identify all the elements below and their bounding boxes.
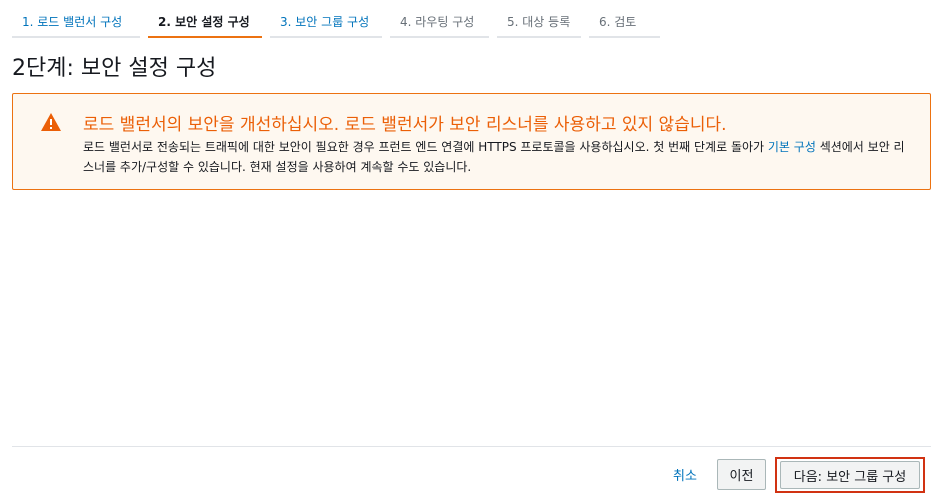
- alert-title: 로드 밸런서의 보안을 개선하십시오. 로드 밸런서가 보안 리스너를 사용하고…: [83, 115, 727, 135]
- basic-configuration-link[interactable]: 기본 구성: [768, 140, 816, 154]
- warning-icon: [41, 113, 61, 131]
- wizard-steps: 1. 로드 밸런서 구성 2. 보안 설정 구성 3. 보안 그룹 구성 4. …: [12, 8, 660, 38]
- page-title: 2단계: 보안 설정 구성: [12, 56, 217, 81]
- step-configure-load-balancer[interactable]: 1. 로드 밸런서 구성: [12, 8, 140, 38]
- security-warning-alert: 로드 밸런서의 보안을 개선하십시오. 로드 밸런서가 보안 리스너를 사용하고…: [12, 93, 931, 190]
- alert-body: 로드 밸런서로 전송되는 트래픽에 대한 보안이 필요한 경우 프런트 엔드 연…: [83, 137, 913, 177]
- next-button-highlight: 다음: 보안 그룹 구성: [775, 457, 925, 493]
- previous-button[interactable]: 이전: [717, 459, 766, 490]
- step-register-targets[interactable]: 5. 대상 등록: [497, 8, 581, 38]
- step-configure-security-groups[interactable]: 3. 보안 그룹 구성: [270, 8, 382, 38]
- step-configure-routing[interactable]: 4. 라우팅 구성: [390, 8, 489, 38]
- footer-divider: [12, 446, 931, 447]
- alert-body-text: 로드 밸런서로 전송되는 트래픽에 대한 보안이 필요한 경우 프런트 엔드 연…: [83, 140, 768, 154]
- next-configure-security-groups-button[interactable]: 다음: 보안 그룹 구성: [780, 461, 920, 489]
- cancel-link[interactable]: 취소: [673, 465, 697, 484]
- step-review[interactable]: 6. 검토: [589, 8, 660, 38]
- step-configure-security-settings[interactable]: 2. 보안 설정 구성: [148, 8, 262, 38]
